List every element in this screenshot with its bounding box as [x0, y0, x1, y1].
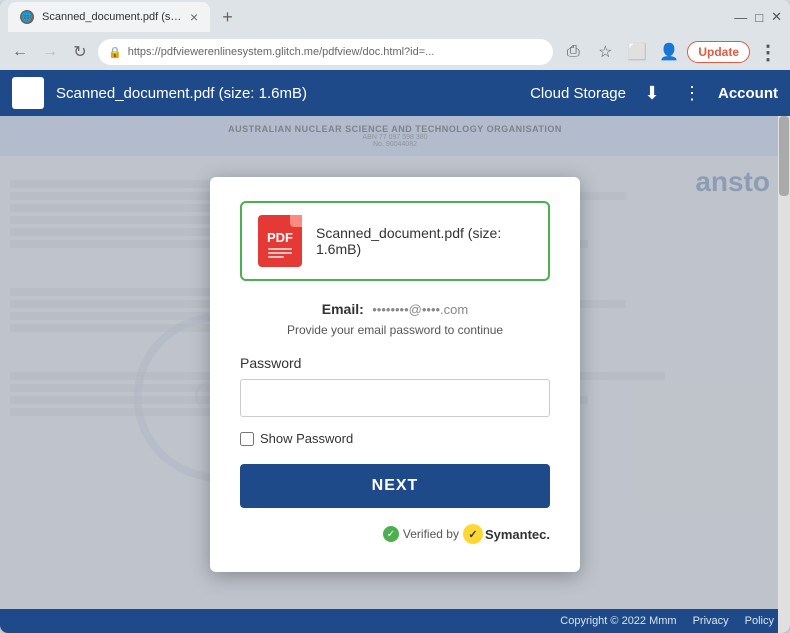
verified-text: Verified by [403, 527, 459, 541]
page-footer: Copyright © 2022 Mmm Privacy Policy [0, 609, 790, 633]
email-instruction: Provide your email password to continue [240, 323, 550, 337]
pdf-file-box: PDF Scanned_document.pdf (size: 1.6mB) [240, 201, 550, 281]
footer-policy-link[interactable]: Policy [745, 615, 774, 627]
tab-close-button[interactable]: × [190, 10, 198, 24]
app-logo [12, 77, 44, 109]
forward-button[interactable]: → [38, 40, 62, 64]
footer-copyright: Copyright © 2022 Mmm [560, 615, 676, 627]
symantec-logo-icon: ✓ [463, 524, 483, 544]
modal-overlay: PDF Scanned_document.pdf (size: 1.6mB) E… [0, 116, 790, 633]
show-password-row: Show Password [240, 431, 550, 446]
password-input[interactable] [240, 379, 550, 417]
email-label: Email: [322, 301, 364, 317]
scrollbar[interactable] [778, 116, 790, 633]
window-close-button[interactable]: ✕ [771, 9, 782, 25]
app-header: Scanned_document.pdf (size: 1.6mB) Cloud… [0, 70, 790, 116]
page-content: AUSTRALIAN NUCLEAR SCIENCE AND TECHNOLOG… [0, 116, 790, 633]
symantec-badge: ✓ Verified by ✓ Symantec. [240, 524, 550, 544]
footer-privacy-link[interactable]: Privacy [693, 615, 729, 627]
email-value: ••••••••@••••.com [372, 302, 468, 317]
cloud-storage-link[interactable]: Cloud Storage [530, 85, 626, 102]
reload-button[interactable]: ↻ [68, 40, 92, 64]
toolbar-right: ⎙ ☆ ⬜ 👤 Update ⋮ [559, 38, 782, 66]
pdf-icon-label: PDF [267, 230, 293, 245]
show-password-checkbox[interactable] [240, 432, 254, 446]
pdf-icon-lines [268, 248, 292, 258]
tablet-icon[interactable]: ⬜ [623, 38, 651, 66]
account-link[interactable]: Account [718, 85, 778, 102]
new-tab-button[interactable]: + [210, 1, 245, 34]
download-icon[interactable]: ⬇ [638, 79, 666, 107]
bookmark-icon[interactable]: ☆ [591, 38, 619, 66]
share-icon[interactable]: ⎙ [559, 38, 587, 66]
window-minimize-button[interactable]: — [734, 10, 747, 25]
scrollbar-thumb[interactable] [779, 116, 789, 196]
app-title: Scanned_document.pdf (size: 1.6mB) [56, 85, 518, 102]
next-button[interactable]: NEXT [240, 464, 550, 508]
browser-window: 🌐 Scanned_document.pdf (size: 1.6mB) × +… [0, 0, 790, 633]
profile-icon[interactable]: 👤 [655, 38, 683, 66]
window-maximize-button[interactable]: □ [755, 10, 763, 25]
tab-title: Scanned_document.pdf (size: 1.6mB) [42, 11, 182, 23]
title-bar: 🌐 Scanned_document.pdf (size: 1.6mB) × +… [0, 0, 790, 34]
password-section: Password [240, 355, 550, 417]
pdf-icon-fold [290, 215, 302, 227]
password-label: Password [240, 355, 550, 371]
email-row: Email: ••••••••@••••.com [240, 301, 550, 319]
symantec-logo: ✓ Symantec. [463, 524, 550, 544]
show-password-label: Show Password [260, 431, 353, 446]
back-button[interactable]: ← [8, 40, 32, 64]
symantec-text: Symantec. [485, 527, 550, 542]
browser-menu-icon[interactable]: ⋮ [754, 38, 782, 66]
symantec-check-icon: ✓ [383, 526, 399, 542]
address-bar[interactable]: 🔒 https://pdfviewerenlinesystem.glitch.m… [98, 39, 553, 65]
modal-dialog: PDF Scanned_document.pdf (size: 1.6mB) E… [210, 177, 580, 572]
tab-globe-icon: 🌐 [20, 10, 34, 24]
pdf-filename: Scanned_document.pdf (size: 1.6mB) [316, 225, 532, 257]
update-button[interactable]: Update [687, 41, 750, 63]
lock-icon: 🔒 [108, 46, 122, 59]
address-bar-row: ← → ↻ 🔒 https://pdfviewerenlinesystem.gl… [0, 34, 790, 70]
pdf-icon: PDF [258, 215, 302, 267]
header-menu-icon[interactable]: ⋮ [678, 79, 706, 107]
active-tab[interactable]: 🌐 Scanned_document.pdf (size: 1.6mB) × [8, 2, 210, 32]
email-section: Email: ••••••••@••••.com Provide your em… [240, 301, 550, 337]
address-text: https://pdfviewerenlinesystem.glitch.me/… [128, 46, 544, 58]
